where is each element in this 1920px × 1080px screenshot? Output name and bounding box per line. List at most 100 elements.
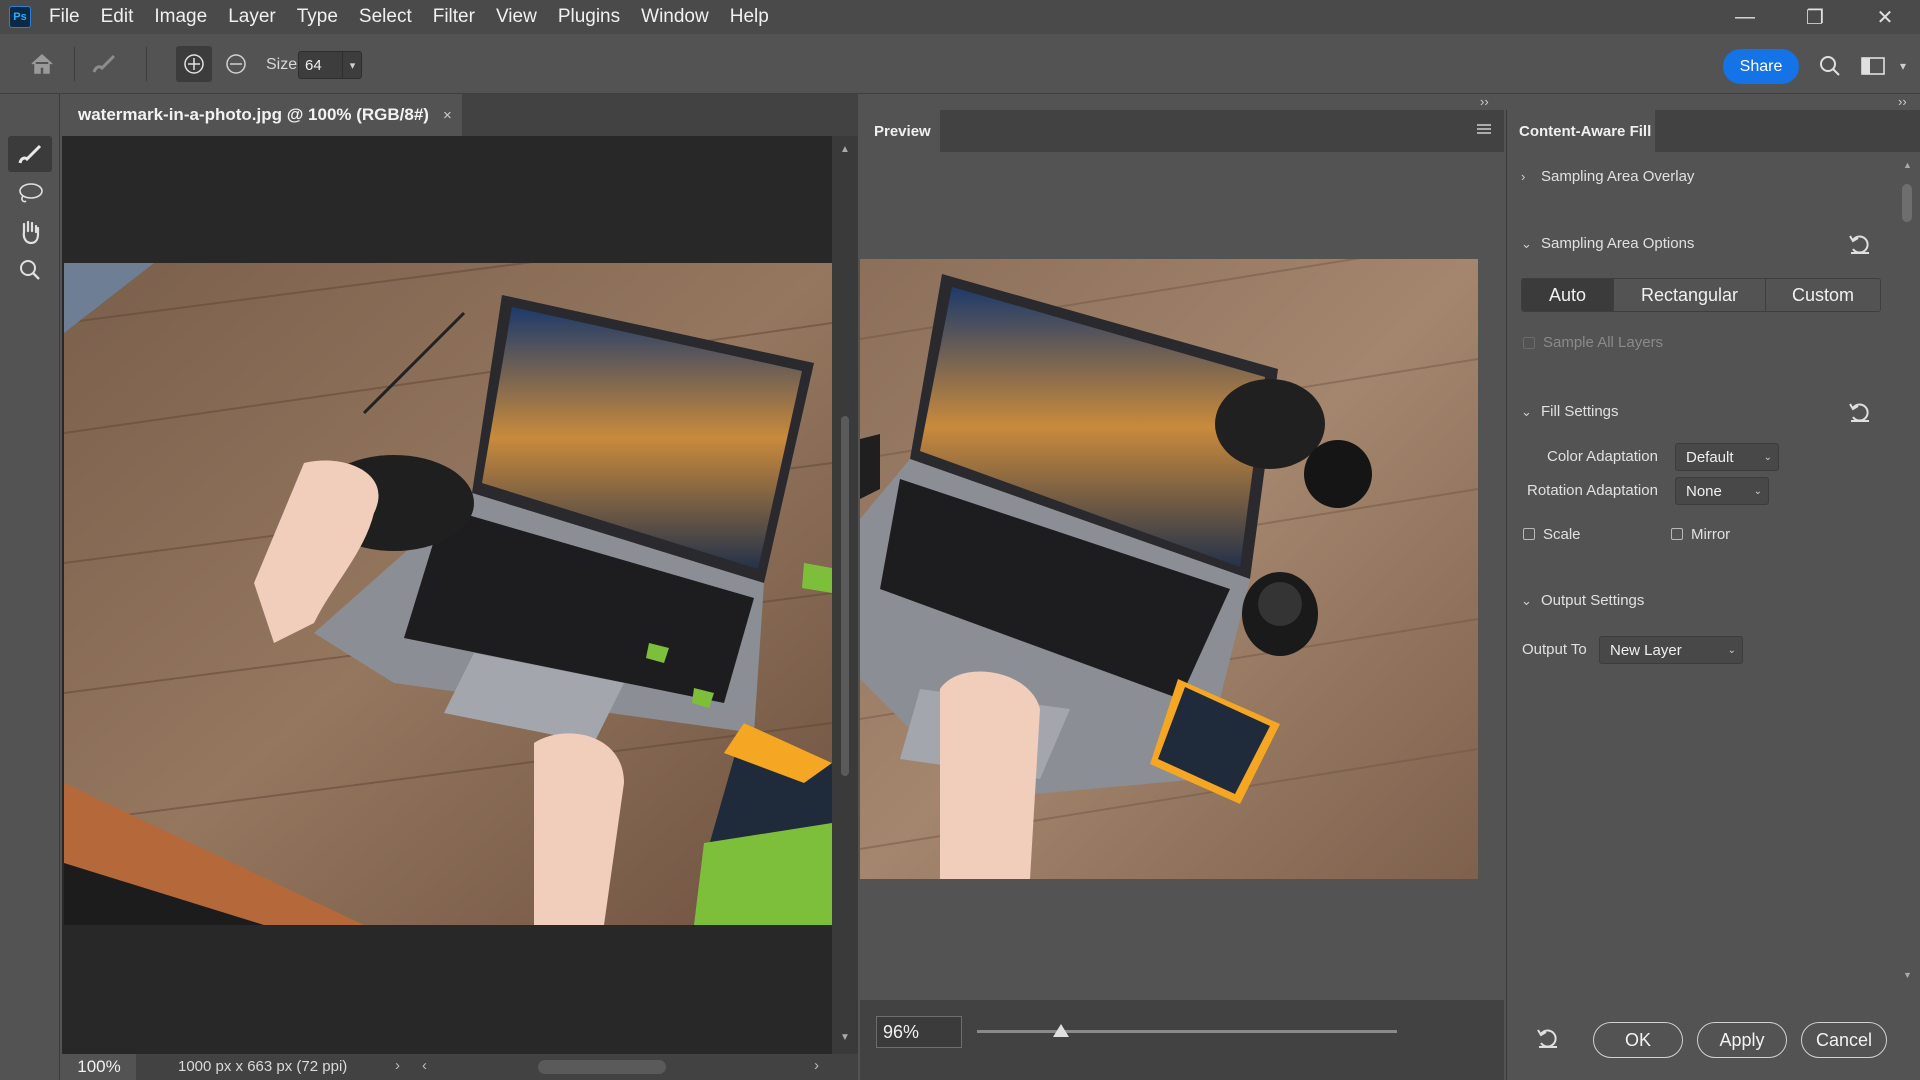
section-label: Sampling Area Options (1541, 235, 1695, 252)
section-fill-settings[interactable]: ⌄ Fill Settings (1521, 403, 1619, 420)
photoshop-logo: Ps (9, 6, 31, 28)
scroll-thumb[interactable] (1902, 184, 1912, 222)
menu-layer[interactable]: Layer (228, 6, 276, 28)
separator (146, 47, 147, 81)
chevron-up-icon[interactable]: ▲ (1903, 160, 1912, 170)
menu-filter[interactable]: Filter (433, 6, 475, 28)
document-tab[interactable]: watermark-in-a-photo.jpg @ 100% (RGB/8#)… (62, 94, 462, 136)
chevron-down-icon: ⌄ (1753, 486, 1762, 497)
sample-all-layers-checkbox[interactable] (1523, 337, 1535, 349)
workspace-icon[interactable] (1858, 49, 1888, 83)
chevron-down-icon[interactable]: ▼ (1903, 970, 1912, 980)
separator (74, 47, 75, 81)
slider-thumb[interactable] (1053, 1024, 1069, 1037)
menu-plugins[interactable]: Plugins (558, 6, 620, 28)
document-canvas[interactable] (62, 136, 832, 1054)
section-output-settings[interactable]: ⌄ Output Settings (1521, 592, 1644, 609)
apply-button[interactable]: Apply (1697, 1022, 1787, 1058)
options-bar: Size 64 ▾ Share ▾ (0, 34, 1920, 94)
add-to-sample-icon[interactable] (176, 46, 212, 82)
cancel-button[interactable]: Cancel (1801, 1022, 1887, 1058)
section-label: Output Settings (1541, 592, 1645, 609)
preview-photo (860, 259, 1478, 879)
expand-arrows-icon[interactable]: ›› (1898, 94, 1907, 109)
menu-edit[interactable]: Edit (101, 6, 134, 28)
output-to-select[interactable]: New Layer ⌄ (1599, 636, 1743, 664)
close-icon[interactable]: × (443, 107, 452, 124)
mode-auto-button[interactable]: Auto (1522, 279, 1614, 311)
scroll-thumb[interactable] (841, 416, 849, 776)
mirror-checkbox[interactable] (1671, 528, 1683, 540)
menu-type[interactable]: Type (297, 6, 338, 28)
sampling-brush-icon[interactable] (8, 136, 52, 172)
expand-arrows-icon[interactable]: ›› (1480, 94, 1489, 109)
document-info: 1000 px x 663 px (72 ppi) (178, 1058, 348, 1075)
menu-view[interactable]: View (496, 6, 537, 28)
chevron-down-icon: ⌄ (1521, 592, 1532, 608)
document-title: watermark-in-a-photo.jpg @ 100% (RGB/8#) (78, 105, 429, 124)
document-statusbar: 100% 1000 px x 663 px (72 ppi) › ‹ › (62, 1054, 858, 1080)
document-photo (64, 263, 832, 925)
chevron-down-icon[interactable]: ▾ (342, 51, 362, 79)
document-vertical-scrollbar[interactable]: ▲ ▼ (832, 136, 858, 1054)
panel-menu-icon[interactable] (1476, 123, 1492, 142)
preview-canvas[interactable] (860, 152, 1478, 982)
reset-icon[interactable] (1847, 400, 1873, 429)
preview-zoom-slider[interactable] (977, 1030, 1397, 1033)
menu-help[interactable]: Help (730, 6, 769, 28)
chevron-down-icon[interactable]: ▼ (840, 1032, 850, 1043)
mode-rectangular-button[interactable]: Rectangular (1614, 279, 1766, 311)
preview-zoom-bar: 96% (860, 1000, 1504, 1080)
menu-select[interactable]: Select (359, 6, 412, 28)
menu-file[interactable]: File (49, 6, 80, 28)
lasso-icon[interactable] (8, 176, 52, 212)
chevron-down-icon: ⌄ (1763, 452, 1772, 463)
tab-preview[interactable]: Preview (860, 110, 940, 152)
hand-icon[interactable] (8, 214, 52, 250)
mode-custom-button[interactable]: Custom (1766, 279, 1880, 311)
mirror-label: Mirror (1691, 526, 1731, 543)
chevron-down-icon: ⌄ (1521, 235, 1532, 251)
chevron-down-icon[interactable]: ▾ (1894, 56, 1912, 76)
preview-zoom-input[interactable]: 96% (876, 1016, 962, 1048)
zoom-icon[interactable] (8, 252, 52, 288)
reset-all-icon[interactable] (1535, 1026, 1561, 1055)
sampling-mode-selector: Auto Rectangular Custom (1521, 278, 1881, 312)
restore-button[interactable]: ❐ (1780, 0, 1850, 34)
color-adaptation-value: Default (1686, 449, 1734, 466)
zoom-level[interactable]: 100% (62, 1054, 136, 1080)
close-window-button[interactable]: ✕ (1850, 0, 1920, 34)
color-adaptation-select[interactable]: Default ⌄ (1675, 443, 1779, 471)
search-icon[interactable] (1815, 49, 1845, 83)
reset-icon[interactable] (1847, 232, 1873, 261)
horizontal-scroll-thumb[interactable] (538, 1060, 666, 1074)
share-button[interactable]: Share (1723, 49, 1799, 84)
tools-panel (0, 94, 60, 1080)
subtract-from-sample-icon[interactable] (218, 46, 254, 82)
rotation-adaptation-value: None (1686, 483, 1722, 500)
chevron-right-icon[interactable]: › (395, 1057, 400, 1074)
scale-checkbox[interactable] (1523, 528, 1535, 540)
chevron-up-icon[interactable]: ▲ (840, 144, 850, 155)
panel-scrollbar[interactable]: ▲ ▼ (1897, 160, 1917, 990)
section-label: Sampling Area Overlay (1541, 168, 1695, 185)
home-icon[interactable] (24, 48, 60, 80)
content-aware-fill-panel: Content-Aware Fill › Sampling Area Overl… (1506, 110, 1920, 1080)
color-adaptation-label: Color Adaptation (1547, 448, 1658, 465)
brush-preset-icon[interactable] (86, 48, 122, 80)
menu-bar: Ps File Edit Image Layer Type Select Fil… (0, 0, 1920, 34)
preview-tabbar: Preview (860, 110, 1504, 152)
size-label: Size (266, 56, 298, 73)
ok-button[interactable]: OK (1593, 1022, 1683, 1058)
chevron-right-icon[interactable]: › (814, 1057, 819, 1074)
tab-content-aware-fill[interactable]: Content-Aware Fill (1507, 110, 1655, 152)
section-sampling-overlay[interactable]: › Sampling Area Overlay (1521, 168, 1694, 185)
output-to-value: New Layer (1610, 642, 1682, 659)
sample-all-layers-label: Sample All Layers (1543, 334, 1664, 351)
rotation-adaptation-select[interactable]: None ⌄ (1675, 477, 1769, 505)
menu-image[interactable]: Image (154, 6, 207, 28)
menu-window[interactable]: Window (641, 6, 709, 28)
chevron-left-icon[interactable]: ‹ (422, 1057, 427, 1074)
section-sampling-options[interactable]: ⌄ Sampling Area Options (1521, 235, 1694, 252)
minimize-button[interactable]: — (1710, 0, 1780, 34)
